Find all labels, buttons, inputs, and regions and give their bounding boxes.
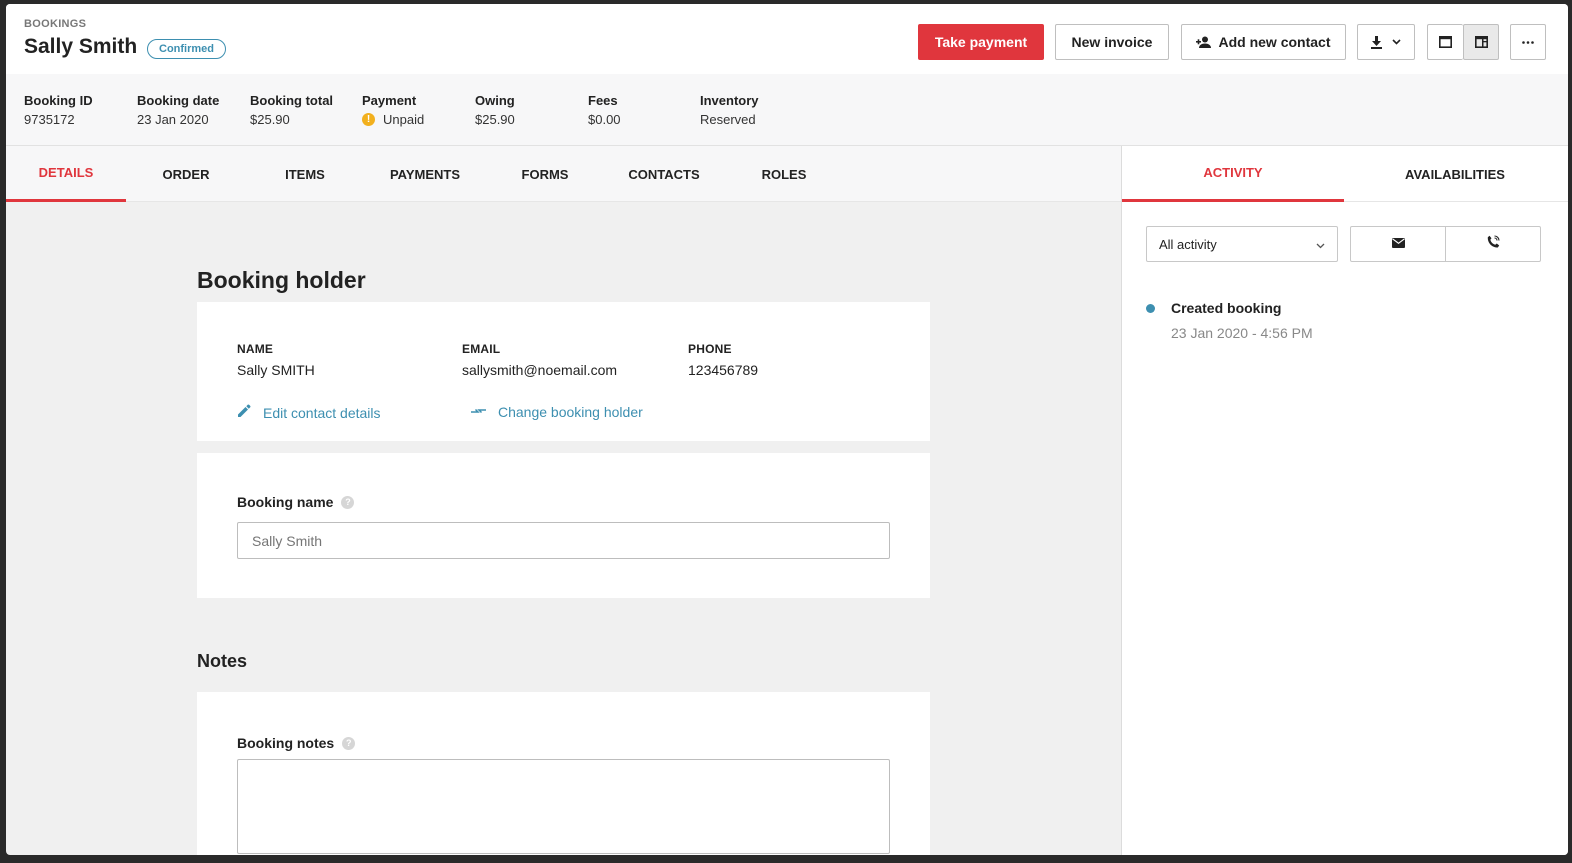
- stat-label: Booking date: [137, 93, 220, 108]
- call-filter-button[interactable]: [1445, 226, 1541, 262]
- stat-value: Reserved: [700, 112, 756, 127]
- booking-holder-card: NAME Sally SMITH EMAIL sallysmith@noemai…: [197, 302, 930, 441]
- page-header: BOOKINGS Sally Smith Confirmed Take paym…: [6, 4, 1568, 74]
- booking-window: BOOKINGS Sally Smith Confirmed Take paym…: [6, 4, 1568, 855]
- stat-value: Unpaid: [383, 112, 425, 127]
- booking-holder-heading: Booking holder: [197, 267, 366, 293]
- add-new-contact-label: Add new contact: [1218, 34, 1331, 50]
- tab-availabilities[interactable]: AVAILABILITIES: [1344, 146, 1566, 202]
- booking-notes-label-text: Booking notes: [237, 735, 335, 751]
- stat-owing: Owing $25.90: [475, 93, 515, 127]
- stat-value: 23 Jan 2020: [137, 112, 209, 127]
- booking-summary: Booking ID 9735172 Booking date 23 Jan 2…: [6, 74, 1568, 146]
- stat-payment: Payment ! Unpaid: [362, 93, 424, 127]
- tab-details[interactable]: DETAILS: [6, 146, 126, 202]
- pencil-icon: [237, 404, 263, 421]
- activity-title: Created booking: [1171, 300, 1282, 316]
- stat-booking-date: Booking date 23 Jan 2020: [137, 93, 219, 127]
- swap-icon: [471, 404, 498, 420]
- stat-label: Inventory: [700, 93, 759, 108]
- split-pane-icon: [1474, 36, 1488, 48]
- stat-label: Fees: [588, 93, 618, 108]
- download-menu-button[interactable]: [1357, 24, 1415, 60]
- stat-value: $25.90: [475, 112, 515, 127]
- page-title: Sally Smith: [24, 35, 138, 58]
- notes-card: Booking notes ?: [197, 692, 930, 855]
- change-holder-label: Change booking holder: [498, 404, 643, 420]
- help-icon[interactable]: ?: [342, 736, 356, 750]
- stat-label: Booking total: [250, 93, 334, 108]
- name-label: NAME: [237, 342, 274, 356]
- stat-label: Owing: [475, 93, 515, 108]
- stat-fees: Fees $0.00: [588, 93, 621, 127]
- main-tabs: DETAILS ORDER ITEMS PAYMENTS FORMS CONTA…: [6, 146, 1121, 202]
- change-holder-link[interactable]: Change booking holder: [471, 404, 643, 420]
- booking-notes-label: Booking notes ?: [237, 735, 356, 751]
- more-icon: [1522, 40, 1534, 44]
- more-options-button[interactable]: [1510, 24, 1546, 60]
- add-new-contact-button[interactable]: Add new contact: [1181, 24, 1346, 60]
- stat-value: $0.00: [588, 112, 621, 127]
- edit-contact-label: Edit contact details: [263, 404, 381, 421]
- panel-tabs: ACTIVITY AVAILABILITIES: [1122, 146, 1568, 202]
- warning-icon: !: [362, 113, 375, 126]
- status-badge: Confirmed: [147, 39, 226, 59]
- single-pane-icon: [1439, 36, 1452, 48]
- new-invoice-button[interactable]: New invoice: [1055, 24, 1169, 60]
- holder-phone: 123456789: [688, 362, 759, 378]
- stat-inventory: Inventory Reserved: [700, 93, 759, 127]
- split-pane-button[interactable]: [1463, 24, 1499, 60]
- booking-notes-textarea[interactable]: [237, 759, 890, 854]
- stat-booking-id: Booking ID 9735172: [24, 93, 93, 127]
- stat-value: 9735172: [24, 112, 75, 127]
- activity-time: 23 Jan 2020 - 4:56 PM: [1171, 325, 1313, 341]
- activity-panel: ACTIVITY AVAILABILITIES All activity Cre…: [1121, 146, 1568, 855]
- edit-contact-link[interactable]: Edit contact details: [237, 404, 381, 421]
- tab-order[interactable]: ORDER: [126, 146, 246, 202]
- email-filter-button[interactable]: [1350, 226, 1446, 262]
- phone-label: PHONE: [688, 342, 732, 356]
- booking-name-label-text: Booking name: [237, 494, 334, 510]
- holder-email: sallysmith@noemail.com: [462, 362, 618, 378]
- tab-forms[interactable]: FORMS: [485, 146, 605, 202]
- breadcrumb[interactable]: BOOKINGS: [24, 18, 86, 30]
- tab-roles[interactable]: ROLES: [724, 146, 844, 202]
- booking-name-label: Booking name ?: [237, 494, 355, 510]
- activity-filter-select[interactable]: All activity: [1146, 226, 1338, 262]
- email-label: EMAIL: [462, 342, 501, 356]
- chevron-down-icon: [1392, 39, 1401, 45]
- booking-name-card: Booking name ?: [197, 453, 930, 598]
- tab-activity[interactable]: ACTIVITY: [1122, 146, 1344, 202]
- add-person-icon: [1196, 36, 1212, 48]
- activity-dot: [1146, 304, 1155, 313]
- notes-heading: Notes: [197, 651, 248, 671]
- holder-name: Sally SMITH: [237, 362, 315, 378]
- booking-name-input[interactable]: [237, 522, 890, 559]
- stat-booking-total: Booking total $25.90: [250, 93, 333, 127]
- download-icon: [1371, 35, 1382, 49]
- envelope-icon: [1391, 235, 1405, 253]
- single-pane-button[interactable]: [1427, 24, 1463, 60]
- tab-payments[interactable]: PAYMENTS: [365, 146, 485, 202]
- tab-contacts[interactable]: CONTACTS: [604, 146, 724, 202]
- take-payment-button[interactable]: Take payment: [918, 24, 1044, 60]
- chevron-down-icon: [1316, 237, 1325, 252]
- stat-label: Booking ID: [24, 93, 93, 108]
- phone-call-icon: [1487, 235, 1500, 253]
- stat-value: $25.90: [250, 112, 290, 127]
- tab-items[interactable]: ITEMS: [245, 146, 365, 202]
- stat-label: Payment: [362, 93, 417, 108]
- activity-filter-value: All activity: [1159, 236, 1217, 252]
- help-icon[interactable]: ?: [341, 495, 355, 509]
